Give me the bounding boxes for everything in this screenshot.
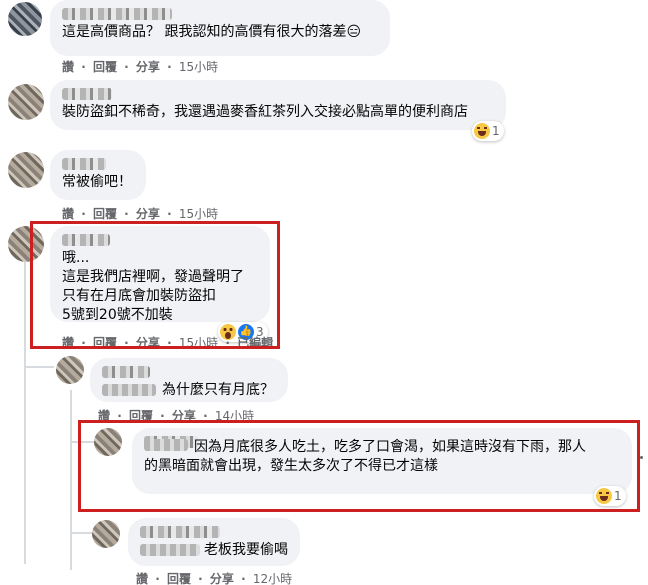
comment-bubble: 常被偷吧！ [50, 150, 146, 200]
reply-button[interactable]: 回覆 [93, 58, 117, 75]
avatar[interactable] [8, 152, 44, 188]
avatar[interactable] [8, 2, 42, 36]
comment-text: 常被偷吧！ [62, 174, 132, 190]
comment-text: 這是高價商品？ 跟我認知的高價有很大的落差😑 [62, 24, 362, 40]
timestamp[interactable]: 15小時 [179, 58, 218, 75]
separator: · [167, 207, 172, 221]
commenter-name[interactable] [62, 158, 106, 170]
comment-text: 老板我要偷喝 [204, 542, 288, 558]
separator: · [198, 572, 203, 585]
timestamp[interactable]: 15小時 [179, 205, 218, 222]
comment-bubble: 為什麼只有月底？ [90, 358, 288, 402]
avatar[interactable] [56, 356, 84, 384]
commenter-name[interactable] [140, 526, 220, 538]
commenter-name[interactable] [62, 88, 112, 100]
comment-bubble: 這是高價商品？ 跟我認知的高價有很大的落差😑 [50, 0, 390, 56]
haha-icon [474, 123, 490, 139]
reply-connector [26, 366, 54, 368]
highlight-box [30, 221, 280, 349]
thread-line [24, 258, 26, 564]
timestamp[interactable]: 12小時 [253, 570, 292, 585]
avatar[interactable] [92, 520, 120, 548]
separator: · [124, 60, 129, 74]
highlight-box [78, 420, 640, 512]
commenter-name[interactable] [62, 8, 172, 20]
reply-button[interactable]: 回覆 [167, 570, 191, 585]
separator: · [124, 207, 129, 221]
share-button[interactable]: 分享 [136, 58, 160, 75]
comment-actions: 讚 · 回覆 · 分享 · 15小時 [62, 58, 218, 75]
comment-bubble: 老板我要偷喝 [128, 518, 300, 566]
reaction-summary[interactable]: 1 [472, 121, 504, 141]
commenter-name-extra [140, 544, 200, 556]
like-button[interactable]: 讚 [62, 205, 74, 222]
reply-connector [72, 532, 92, 534]
more-options-dot[interactable] [640, 456, 643, 459]
commenter-name[interactable] [102, 366, 150, 378]
separator: · [81, 207, 86, 221]
separator: · [167, 60, 172, 74]
like-button[interactable]: 讚 [136, 570, 148, 585]
avatar[interactable] [8, 84, 44, 120]
comment-actions: 讚 · 回覆 · 分享 · 15小時 [62, 205, 218, 222]
share-button[interactable]: 分享 [210, 570, 234, 585]
comment-actions: 讚 · 回覆 · 分享 · 12小時 [136, 570, 292, 585]
like-button[interactable]: 讚 [62, 58, 74, 75]
reaction-count: 1 [492, 124, 500, 138]
share-button[interactable]: 分享 [136, 205, 160, 222]
comment-text: 為什麼只有月底？ [162, 382, 274, 398]
separator: · [155, 572, 160, 585]
thread-line [70, 390, 72, 570]
separator: · [81, 60, 86, 74]
comment-bubble: 裝防盜釦不稀奇，我還遇過麥香紅茶列入交接必點高單的便利商店 [50, 80, 506, 130]
reply-button[interactable]: 回覆 [93, 205, 117, 222]
comment-text: 裝防盜釦不稀奇，我還遇過麥香紅茶列入交接必點高單的便利商店 [62, 104, 468, 120]
separator: · [241, 572, 246, 585]
commenter-name-extra [102, 384, 156, 396]
